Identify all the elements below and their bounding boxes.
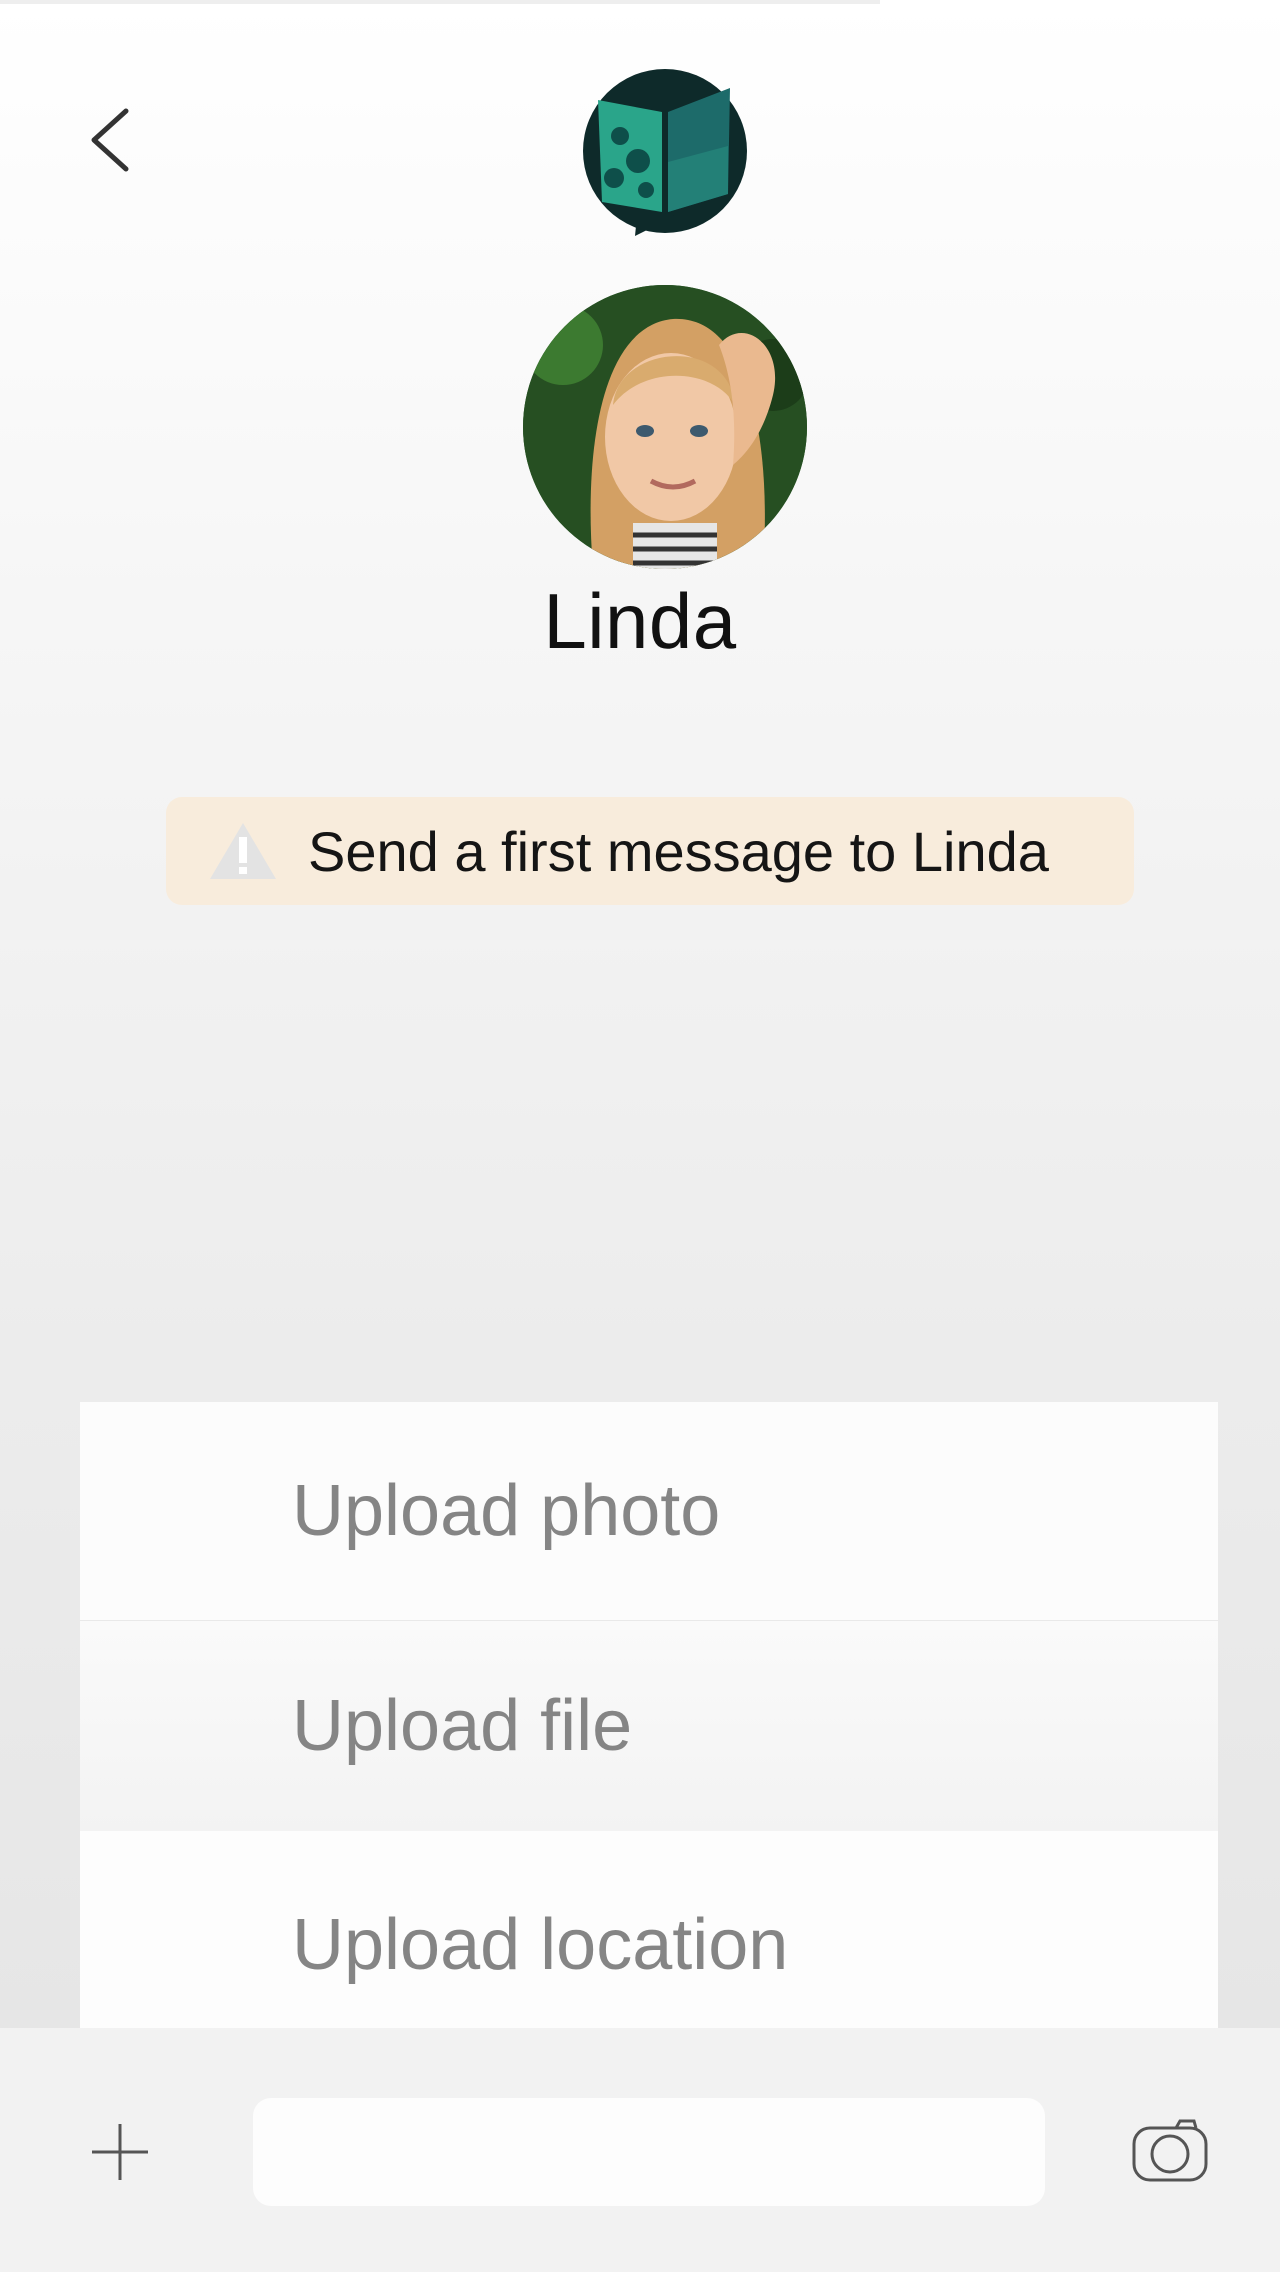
warning-icon (210, 823, 276, 879)
upload-file-option[interactable]: Upload file (80, 1621, 1218, 1831)
contact-avatar[interactable] (523, 285, 807, 569)
notice-text: Send a first message to Linda (308, 819, 1049, 883)
attach-button[interactable] (90, 2120, 150, 2184)
plus-icon (92, 2124, 148, 2180)
app-logo-icon (580, 66, 750, 262)
upload-photo-option[interactable]: Upload photo (80, 1402, 1218, 1621)
camera-button[interactable] (1130, 2118, 1210, 2184)
profile-photo (523, 285, 807, 569)
upload-location-option[interactable]: Upload location (80, 1831, 1218, 2058)
upload-file-label: Upload file (292, 1686, 633, 1766)
chevron-left-icon (91, 108, 129, 172)
camera-icon (1132, 2119, 1208, 2182)
top-edge-line (0, 0, 880, 4)
contact-name: Linda (543, 577, 737, 665)
upload-photo-label: Upload photo (292, 1471, 721, 1551)
back-button[interactable] (80, 100, 140, 180)
attach-menu: Upload photo Upload file Upload location (80, 1402, 1218, 2058)
upload-location-label: Upload location (292, 1904, 789, 1985)
first-message-notice: Send a first message to Linda (166, 797, 1134, 905)
message-input[interactable] (253, 2098, 1045, 2206)
